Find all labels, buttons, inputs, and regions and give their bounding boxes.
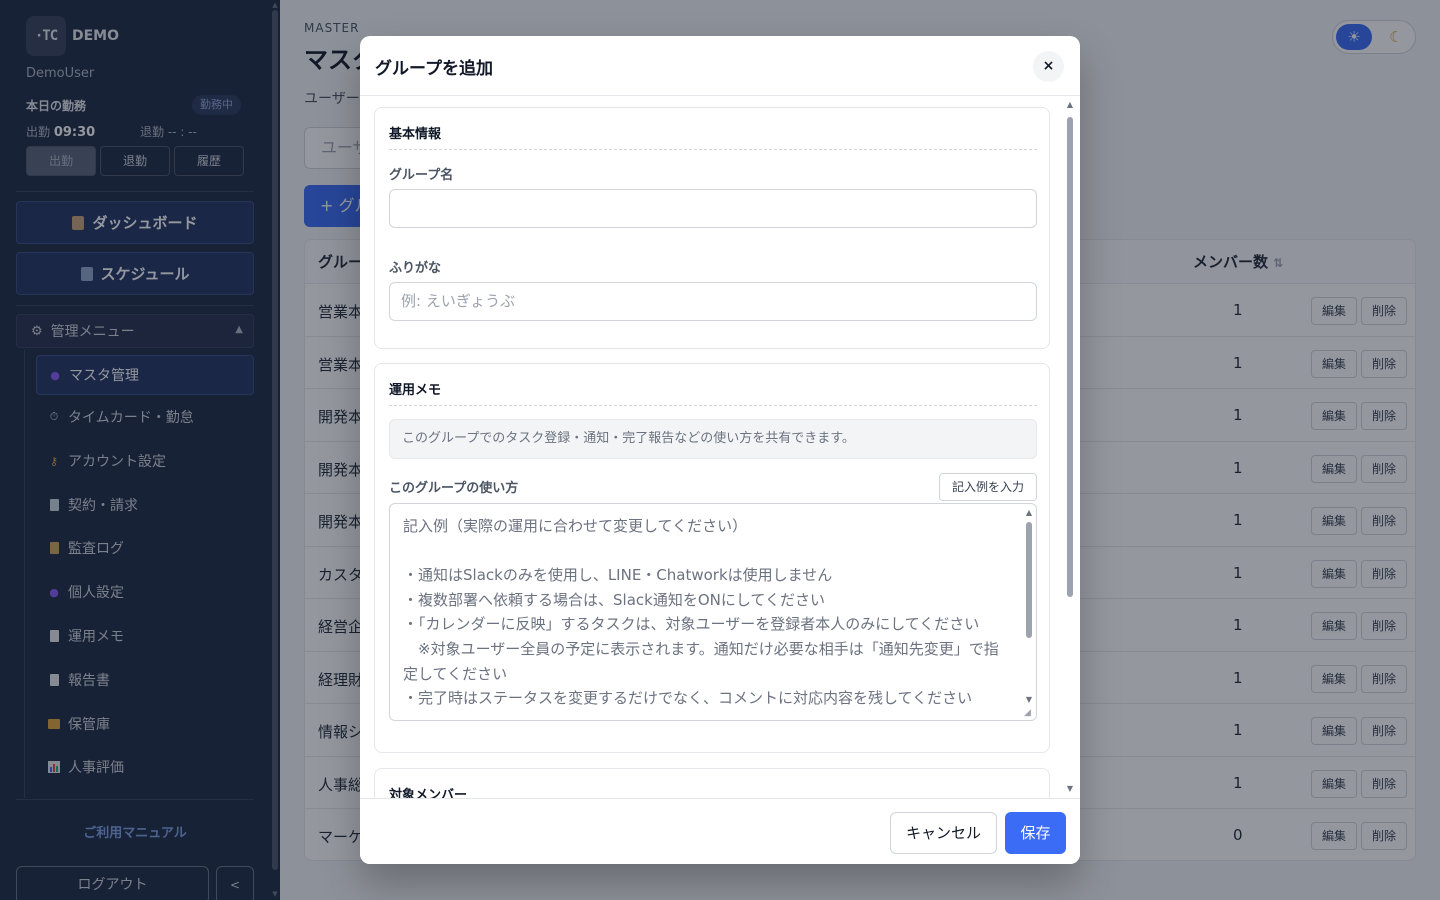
section-divider [389, 149, 1037, 150]
insert-example-button[interactable]: 記入例を入力 [939, 473, 1037, 501]
scroll-up-icon: ▲ [1066, 100, 1074, 109]
scroll-down-icon: ▼ [1025, 695, 1033, 704]
usage-label: このグループの使い方 [389, 481, 519, 496]
section-title: 対象メンバー [389, 788, 468, 799]
modal-footer: キャンセル 保存 [360, 798, 1080, 864]
cancel-button[interactable]: キャンセル [890, 812, 997, 854]
scroll-down-icon: ▼ [1066, 784, 1074, 793]
section-divider [389, 405, 1037, 406]
modal-body: 基本情報 グループ名 ふりがな 例: えいぎょうぶ 運用メモ このグループでのタ… [360, 97, 1080, 799]
scroll-up-icon: ▲ [1025, 508, 1033, 517]
group-name-input[interactable] [389, 189, 1037, 228]
close-icon[interactable]: × [1033, 51, 1064, 82]
section-title: 基本情報 [389, 127, 442, 142]
modal-scrollbar[interactable]: ▲ ▼ [1065, 100, 1075, 796]
ops-memo-section: 運用メモ このグループでのタスク登録・通知・完了報告などの使い方を共有できます。… [374, 363, 1050, 753]
group-name-label: グループ名 [389, 168, 454, 183]
save-button[interactable]: 保存 [1005, 812, 1066, 854]
add-group-modal: グループを追加 × 基本情報 グループ名 ふりがな 例: えいぎょうぶ 運用メモ… [360, 36, 1080, 864]
furigana-input[interactable]: 例: えいぎょうぶ [389, 282, 1037, 321]
usage-placeholder-text: 記入例（実際の運用に合わせて変更してください） ・通知はSlackのみを使用し、… [403, 517, 999, 708]
scrollbar-thumb[interactable] [1067, 117, 1073, 597]
usage-textarea[interactable]: 記入例（実際の運用に合わせて変更してください） ・通知はSlackのみを使用し、… [389, 503, 1037, 721]
resize-handle-icon[interactable]: ◢ [1024, 708, 1034, 718]
members-section: 対象メンバー [374, 768, 1050, 799]
modal-header: グループを追加 × [360, 36, 1080, 96]
furigana-label: ふりがな [389, 261, 442, 276]
modal-title: グループを追加 [375, 59, 493, 79]
section-title: 運用メモ [389, 383, 442, 398]
textarea-scrollbar[interactable]: ▲ ▼ [1024, 508, 1034, 706]
scrollbar-thumb[interactable] [1026, 522, 1032, 638]
basic-info-section: 基本情報 グループ名 ふりがな 例: えいぎょうぶ [374, 107, 1050, 349]
memo-note: このグループでのタスク登録・通知・完了報告などの使い方を共有できます。 [389, 419, 1037, 459]
